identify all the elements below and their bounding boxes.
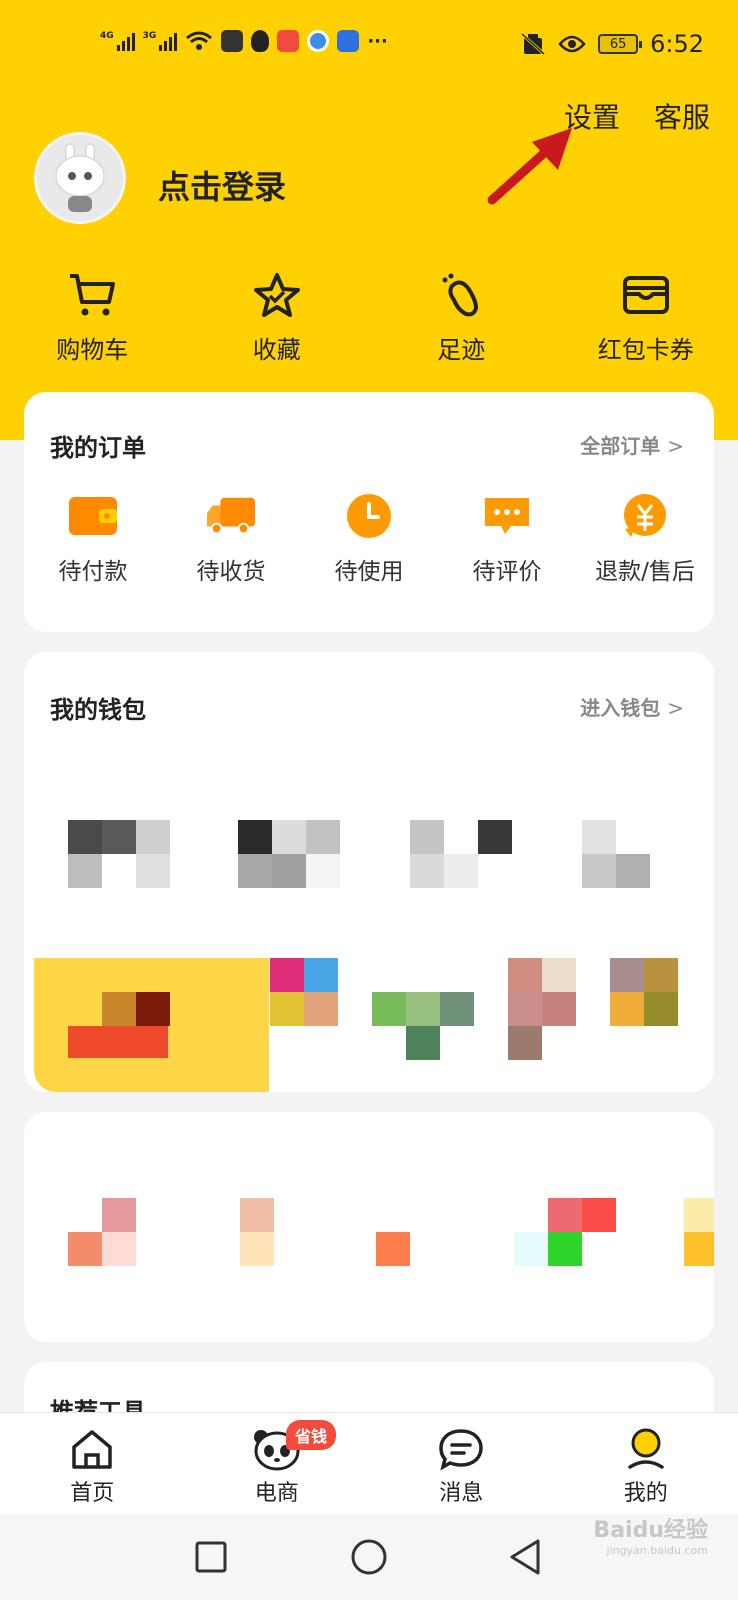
- quick-link-coupons[interactable]: 红包卡券: [554, 272, 738, 365]
- avatar[interactable]: [34, 132, 126, 224]
- watermark-brand: Baidu经验: [593, 1518, 708, 1543]
- customer-service-link[interactable]: 客服: [654, 96, 710, 136]
- chevron-right-icon: >: [667, 696, 684, 720]
- browser-icon: [307, 30, 330, 52]
- login-link[interactable]: 点击登录: [158, 162, 286, 208]
- tab-profile[interactable]: 我的: [554, 1413, 738, 1514]
- wallet-icon: [69, 497, 117, 535]
- order-pending-review[interactable]: 待评价: [438, 494, 576, 586]
- order-pending-use[interactable]: 待使用: [300, 494, 438, 586]
- footprint-icon: [442, 273, 479, 317]
- order-status-label: 退款/售后: [595, 559, 695, 585]
- clock-icon: [347, 494, 391, 538]
- wallet-card-icon: [622, 276, 669, 314]
- status-bar: 4G 3G ··· 65 6:52: [0, 0, 738, 92]
- savings-badge: 省钱: [286, 1420, 337, 1450]
- truck-icon: [207, 497, 255, 535]
- quick-link-label: 收藏: [252, 336, 301, 364]
- signal-4g-icon: 4G: [100, 31, 135, 51]
- orders-title: 我的订单: [50, 434, 146, 462]
- battery-level: 65: [609, 36, 627, 52]
- tab-label: 消息: [439, 1481, 484, 1506]
- order-status-label: 待使用: [334, 559, 404, 585]
- signal-4g-label: 4G: [100, 31, 114, 41]
- bottom-tab-bar: 首页 电商 消息 我的: [0, 1412, 738, 1514]
- qq-icon: [251, 30, 270, 52]
- enter-wallet-link[interactable]: 进入钱包 >: [580, 692, 684, 721]
- order-status-label: 待收货: [196, 559, 266, 585]
- mail-icon: [277, 30, 300, 52]
- tab-home[interactable]: 首页: [0, 1413, 185, 1514]
- all-orders-link[interactable]: 全部订单 >: [580, 430, 684, 459]
- comment-icon: [485, 498, 529, 534]
- cart-icon: [70, 274, 116, 316]
- order-status-row: 待付款 待收货 待使用 待评价 退款/售后: [24, 494, 714, 586]
- tab-label: 我的: [623, 1481, 668, 1506]
- more-status-dots: ···: [367, 30, 388, 52]
- quick-link-label: 红包卡券: [597, 336, 694, 364]
- services-card: [24, 1112, 714, 1342]
- wifi-icon: [186, 31, 213, 50]
- quick-link-footprints[interactable]: 足迹: [369, 272, 554, 365]
- order-refund[interactable]: 退款/售后: [576, 494, 714, 586]
- wallet-promo-banner[interactable]: [34, 958, 714, 1092]
- enter-wallet-label: 进入钱包: [580, 696, 661, 720]
- quick-link-label: 购物车: [56, 336, 129, 364]
- watermark-url: jingyan.baidu.com: [606, 1544, 708, 1557]
- tab-label: 电商: [254, 1481, 299, 1506]
- signal-3g-icon: 3G: [143, 31, 178, 51]
- quick-link-favorites[interactable]: 收藏: [185, 272, 370, 365]
- status-left: 4G 3G ···: [100, 30, 388, 52]
- order-status-label: 待付款: [58, 559, 128, 585]
- quick-link-cart[interactable]: 购物车: [0, 272, 185, 365]
- refund-icon: [624, 494, 666, 537]
- all-orders-label: 全部订单: [580, 434, 661, 458]
- orders-card: 我的订单 全部订单 > 待付款 待收货 待使用 待评价 退款/售后: [24, 392, 714, 632]
- wallet-card: 我的钱包 进入钱包 >: [24, 652, 714, 1092]
- app-h-icon: [337, 30, 360, 52]
- order-pending-payment[interactable]: 待付款: [24, 494, 162, 586]
- wallet-title: 我的钱包: [50, 696, 146, 724]
- quick-links: 购物车 收藏 足迹 红包卡券: [0, 272, 738, 365]
- home-icon: [72, 1430, 112, 1469]
- order-status-label: 待评价: [472, 559, 542, 585]
- signal-3g-label: 3G: [142, 31, 157, 41]
- tv-icon: [221, 30, 244, 52]
- quick-link-label: 足迹: [437, 336, 486, 364]
- robot-avatar-icon: [55, 143, 105, 212]
- clock-time: 6:52: [650, 30, 704, 58]
- status-right: 65 6:52: [520, 30, 704, 58]
- order-pending-receipt[interactable]: 待收货: [162, 494, 300, 586]
- profile-icon: [628, 1428, 664, 1469]
- message-icon: [439, 1429, 484, 1471]
- back-icon[interactable]: [508, 1538, 542, 1576]
- tab-messages[interactable]: 消息: [369, 1413, 554, 1514]
- home-circle-icon[interactable]: [350, 1538, 388, 1576]
- tab-label: 首页: [70, 1481, 115, 1506]
- recent-apps-icon[interactable]: [194, 1540, 228, 1574]
- tab-ecommerce[interactable]: 电商: [185, 1413, 370, 1514]
- eye-icon: [558, 35, 586, 53]
- chevron-right-icon: >: [667, 434, 684, 458]
- star-icon: [253, 273, 300, 317]
- annotation-arrow-icon: [487, 128, 572, 205]
- sim-off-icon: [521, 32, 546, 56]
- baidu-watermark: Baidu经验 jingyan.baidu.com: [593, 1512, 708, 1557]
- battery-indicator: 65: [598, 34, 643, 54]
